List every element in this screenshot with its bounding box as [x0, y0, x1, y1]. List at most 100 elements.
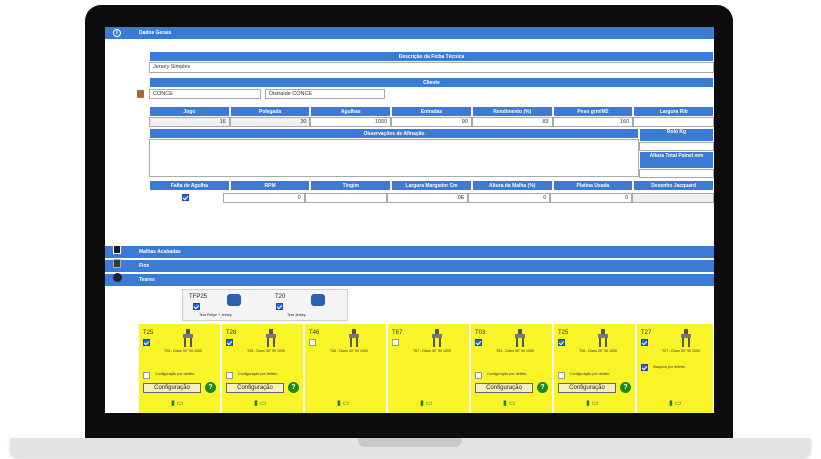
- tear-type-checkbox[interactable]: [276, 303, 283, 310]
- lookup-icon[interactable]: [137, 90, 144, 98]
- tile-footer-icons[interactable]: ▮ ▭: [420, 399, 432, 407]
- config-default-label: Máquina por defeito: [653, 365, 685, 369]
- spec-value[interactable]: 90: [391, 117, 472, 127]
- config-default-checkbox[interactable]: [143, 372, 150, 379]
- config-default-checkbox[interactable]: [475, 372, 482, 379]
- extra-value[interactable]: 0: [468, 193, 551, 203]
- machine-tile[interactable]: T25 T26 - Diam 30" 90 1000 Configuração …: [554, 324, 636, 413]
- config-default-label: Configuração por defeito: [155, 372, 195, 376]
- tile-name: T03: [475, 330, 486, 336]
- extras-header-row: Falta de Agulha RPM Tingim Largura Marga…: [149, 180, 714, 191]
- help-icon[interactable]: ?: [205, 382, 216, 393]
- machine-tile[interactable]: T25 T25 - Diam 30" 90 1000 Configuração …: [139, 324, 221, 413]
- spec-header: Entradas: [391, 106, 472, 117]
- machine-tiles: T25 T25 - Diam 30" 90 1000 Configuração …: [105, 324, 714, 413]
- ficha-input[interactable]: Jersey Simples: [149, 62, 714, 73]
- config-default-checkbox[interactable]: [558, 372, 565, 379]
- extra-value[interactable]: 0: [550, 193, 633, 203]
- tile-description: T27 - Diam 30" 90 1000: [661, 349, 701, 353]
- knitting-machine-icon: [515, 329, 525, 347]
- laptop-notch: [358, 438, 462, 447]
- header-bar: i Dados Gerais: [105, 27, 714, 39]
- info-icon[interactable]: i: [113, 29, 121, 37]
- machine-tile[interactable]: T46 T46 - Diam 30" 90 1000 ▮ ▭: [305, 324, 387, 413]
- tile-footer-icons[interactable]: ▮ ▭: [254, 399, 266, 407]
- rolo-input[interactable]: [639, 142, 714, 151]
- spec-value[interactable]: 83: [471, 117, 553, 127]
- tile-checkbox[interactable]: [558, 339, 565, 346]
- machine-icon: [227, 294, 241, 306]
- tile-checkbox[interactable]: [309, 339, 316, 346]
- extras-value-row: 0 0E 0 0: [149, 191, 714, 205]
- knitting-machine-icon: [349, 329, 359, 347]
- tear-type-checkbox[interactable]: [193, 303, 200, 310]
- tile-description: T67 - Diam 30" 90 1000: [412, 349, 452, 353]
- specs-header-row: Jogo Polegada Agulhas Entradas Rendiment…: [149, 106, 714, 117]
- tile-footer-icons[interactable]: ▮ ▭: [503, 399, 515, 407]
- help-icon[interactable]: ?: [537, 382, 548, 393]
- spec-value[interactable]: 1000: [310, 117, 392, 127]
- extra-value[interactable]: 0E: [386, 193, 469, 203]
- tile-checkbox[interactable]: [641, 339, 648, 346]
- tile-name: T27: [641, 330, 652, 336]
- extra-value[interactable]: [304, 193, 387, 203]
- tile-checkbox[interactable]: [392, 339, 399, 346]
- specs-value-row: 16 30 1000 90 83 160: [149, 117, 714, 127]
- tile-checkbox[interactable]: [226, 339, 233, 346]
- knitting-machine-icon: [432, 329, 442, 347]
- configuracao-button[interactable]: Configuração: [143, 383, 201, 393]
- tile-footer-icons[interactable]: ▮ ▭: [586, 399, 598, 407]
- config-default-checkbox[interactable]: [641, 364, 648, 371]
- configuracao-button[interactable]: Configuração: [558, 383, 616, 393]
- gear-icon[interactable]: [113, 273, 122, 282]
- spool-icon[interactable]: [113, 259, 121, 268]
- section-teares[interactable]: Teares: [105, 274, 714, 286]
- extra-value[interactable]: [632, 193, 714, 203]
- tile-checkbox[interactable]: [475, 339, 482, 346]
- observacoes-label: Observações de Afinação: [149, 128, 639, 139]
- extra-header: Largura Margador Cm: [391, 180, 472, 191]
- tear-type-code: T20: [275, 294, 286, 300]
- cliente-label: Cliente: [149, 77, 714, 88]
- cliente-name-input[interactable]: Distraide CONCE: [265, 89, 385, 99]
- configuracao-button[interactable]: Configuração: [226, 383, 284, 393]
- config-default-checkbox[interactable]: [226, 372, 233, 379]
- machine-tile[interactable]: T28 T28 - Diam 30" 90 1000 Configuração …: [222, 324, 304, 413]
- extra-header: Desenho Jacquard: [633, 180, 714, 191]
- altura-label: Altura Total Painel mm: [639, 151, 714, 169]
- tile-checkbox[interactable]: [143, 339, 150, 346]
- tear-types-panel: TFP25 Tear Pelipe + Jersey T20 Tear Jers…: [182, 289, 348, 321]
- extra-value[interactable]: 0: [222, 193, 305, 203]
- section-teares-label: Teares: [139, 277, 155, 283]
- extra-header: RPM: [229, 180, 311, 191]
- help-icon[interactable]: ?: [288, 382, 299, 393]
- tile-description: T28 - Diam 30" 90 1000: [246, 349, 286, 353]
- tile-footer-icons[interactable]: ▮ ▭: [337, 399, 349, 407]
- config-default-label: Configuração por defeito: [570, 372, 610, 376]
- help-icon[interactable]: ?: [620, 382, 631, 393]
- knitting-machine-icon: [598, 329, 608, 347]
- altura-input[interactable]: [639, 169, 714, 178]
- tear-type-code: TFP25: [189, 294, 208, 300]
- machine-tile[interactable]: T03 T03 - Diam 30" 90 1000 Configuração …: [471, 324, 553, 413]
- tile-footer-icons[interactable]: ▮ ▭: [171, 399, 183, 407]
- spec-value[interactable]: [633, 117, 714, 127]
- spec-value[interactable]: 16: [149, 117, 230, 127]
- machine-tile[interactable]: T27 T27 - Diam 30" 90 1000 Máquina por d…: [637, 324, 714, 413]
- machine-tile[interactable]: T67 T67 - Diam 30" 90 1000 ▮ ▭: [388, 324, 470, 413]
- section-fios[interactable]: Fios: [105, 260, 714, 272]
- tile-description: T46 - Diam 30" 90 1000: [329, 349, 369, 353]
- spec-value[interactable]: 160: [552, 117, 634, 127]
- spec-header: Polegada: [229, 106, 311, 117]
- tile-footer-icons[interactable]: ▮ ▭: [669, 399, 681, 407]
- section-malhas[interactable]: Malhas Acabadas: [105, 246, 714, 258]
- spec-value[interactable]: 30: [229, 117, 311, 127]
- knitting-machine-icon: [266, 329, 276, 347]
- tile-name: T25: [143, 330, 154, 336]
- observacoes-textarea[interactable]: [149, 139, 639, 177]
- document-icon[interactable]: [113, 245, 121, 254]
- knitting-machine-icon: [183, 329, 193, 347]
- falta-agulha-checkbox[interactable]: [182, 193, 190, 201]
- cliente-code-input[interactable]: CONCE: [149, 89, 261, 99]
- configuracao-button[interactable]: Configuração: [475, 383, 533, 393]
